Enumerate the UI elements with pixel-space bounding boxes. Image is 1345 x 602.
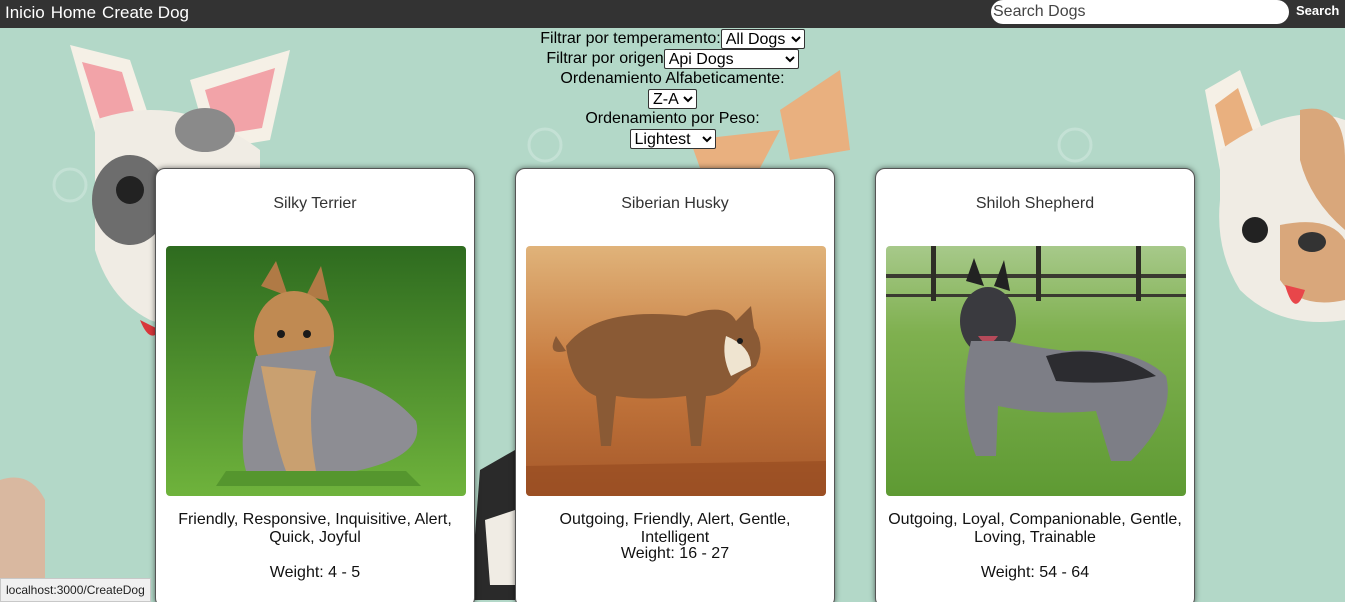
dog-photo-shiloh-shepherd — [886, 246, 1186, 496]
dog-card-name: Silky Terrier — [273, 195, 357, 212]
weight-sort-label-row: Ordenamiento por Peso: — [0, 109, 1345, 129]
nav-link-home[interactable]: Home — [51, 3, 96, 22]
origin-filter-label: Filtrar por origen — [546, 50, 664, 67]
dog-card-name: Siberian Husky — [621, 195, 729, 212]
search-input[interactable] — [991, 0, 1289, 24]
alpha-sort-select-row: Z-A — [0, 89, 1345, 109]
weight-sort-select-row: Lightest — [0, 129, 1345, 149]
nav-link-create-dog[interactable]: Create Dog — [102, 3, 189, 22]
alpha-sort-label-row: Ordenamiento Alfabeticamente: — [0, 69, 1345, 89]
alpha-sort-select[interactable]: Z-A — [648, 89, 697, 109]
temperament-filter-select[interactable]: All Dogs — [720, 29, 805, 49]
filters-panel: Filtrar por temperamento: All Dogs Filtra… — [0, 29, 1345, 149]
weight-sort-select[interactable]: Lightest — [629, 129, 716, 149]
alpha-sort-label: Ordenamiento Alfabeticamente: — [560, 70, 785, 87]
origin-filter-row: Filtrar por origen Api Dogs — [0, 49, 1345, 69]
top-navbar: Inicio Home Create Dog Search — [0, 0, 1345, 28]
dog-card-shiloh-shepherd[interactable]: Shiloh Shepherd Outgoing, Loyal, Compani… — [875, 168, 1195, 602]
dog-card-temperaments: Friendly, Responsive, Inquisitive, Alert… — [178, 511, 452, 546]
temperament-filter-label: Filtrar por temperamento: — [540, 30, 721, 47]
dog-card-weight: Weight: 4 - 5 — [269, 564, 361, 581]
browser-status-bar: localhost:3000/CreateDog — [0, 578, 151, 602]
nav-links: Inicio Home Create Dog — [5, 3, 195, 23]
dog-card-name: Shiloh Shepherd — [975, 195, 1095, 212]
dog-photo-siberian-husky — [526, 246, 826, 496]
dog-card-temperaments: Outgoing, Friendly, Alert, Gentle, Intel… — [559, 511, 791, 546]
temperament-filter-row: Filtrar por temperamento: All Dogs — [0, 29, 1345, 49]
dog-card-silky-terrier[interactable]: Silky Terrier Friendly, Responsive, Inqu… — [155, 168, 475, 602]
dog-card-weight: Weight: 16 - 27 — [620, 545, 730, 562]
dog-card-weight: Weight: 54 - 64 — [980, 564, 1090, 581]
dog-card-temperaments: Outgoing, Loyal, Companionable, Gentle, … — [888, 511, 1182, 546]
nav-link-inicio[interactable]: Inicio — [5, 3, 45, 22]
search-button[interactable]: Search — [1296, 3, 1339, 18]
dog-card-siberian-husky[interactable]: Siberian Husky Outgoing, Friendly, Alert… — [515, 168, 835, 602]
origin-filter-select[interactable]: Api Dogs — [663, 49, 799, 69]
dog-photo-silky-terrier — [166, 246, 466, 496]
weight-sort-label: Ordenamiento por Peso: — [585, 110, 760, 127]
